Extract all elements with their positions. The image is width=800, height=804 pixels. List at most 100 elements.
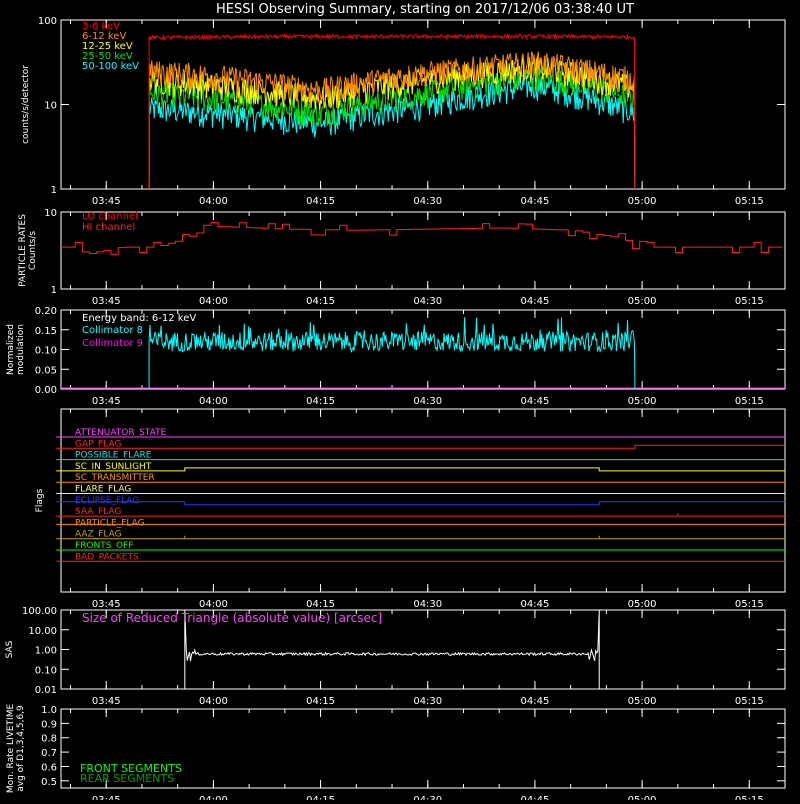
time-tick-label: 04:30	[413, 396, 442, 407]
y-tick-label: 0.9	[41, 719, 57, 730]
lightcurve-panel: 03:45 04:00 04:15 04:30 04:45 05:00 05:15 1 10 10…	[21, 16, 786, 207]
modulation-panel: 03:45 04:00 04:15 04:30 04:45 05:00 05:15 0.00 0…	[6, 306, 786, 407]
flag-line	[56, 513, 785, 517]
time-tick-label: 03:45	[92, 795, 121, 800]
livetime-y-label: Mon. Rate LIVETIME	[6, 704, 16, 794]
time-tick-label: 05:15	[735, 696, 764, 707]
y-tick-label: 0.6	[41, 762, 57, 773]
time-tick-label: 05:15	[735, 296, 764, 307]
legend-entry: HI channel	[82, 222, 135, 233]
flag-line	[56, 535, 785, 540]
time-tick-label: 05:00	[628, 696, 657, 707]
time-tick-label: 05:00	[628, 795, 657, 800]
flag-line	[56, 501, 785, 506]
flag-line	[56, 444, 785, 449]
time-tick-label: 04:30	[413, 696, 442, 707]
y-tick-label: 10	[44, 101, 57, 112]
time-tick-label: 03:45	[92, 396, 121, 407]
y-tick-label: 1.0	[41, 705, 57, 716]
page-title: HESSI Observing Summary, starting on 201…	[216, 2, 634, 17]
y-tick-label: 0.15	[35, 326, 57, 337]
y-tick-label: 1	[51, 185, 57, 196]
legend-entry: Collimator 8	[82, 325, 143, 336]
time-tick-label: 04:00	[199, 196, 228, 207]
time-tick-label: 04:30	[413, 795, 442, 800]
time-tick-label: 04:45	[521, 795, 550, 800]
y-tick-label: 0.20	[35, 306, 57, 317]
sas-y-label: SAS	[5, 640, 15, 658]
series-line-col8	[148, 317, 636, 390]
y-tick-label: 0.01	[35, 685, 57, 696]
lightcurve-y-label: counts/s/detector	[21, 65, 31, 144]
panel-frame	[60, 19, 786, 190]
time-tick-label: 05:00	[628, 396, 657, 407]
y-tick-label: 10.00	[28, 626, 57, 637]
time-tick-label: 04:30	[413, 296, 442, 307]
particle-panel: 03:45 04:00 04:15 04:30 04:45 05:00 05:15 1 10 PA…	[18, 208, 786, 307]
series-line-hi	[61, 222, 783, 255]
sas-panel: 03:45 04:00 04:15 04:30 04:45 05:00 05:15 0.01 0…	[5, 606, 786, 707]
flag-label: GAP_FLAG	[75, 439, 121, 449]
time-tick-label: 04:00	[199, 296, 228, 307]
flag-label: SC_IN_SUNLIGHT	[75, 462, 152, 472]
time-tick-label: 04:30	[413, 196, 442, 207]
livetime-y-label-2: avg of D1,3,4,5,6,9	[16, 705, 26, 792]
time-tick-label: 05:15	[735, 599, 764, 610]
flag-label: ECLIPSE_FLAG	[75, 496, 139, 506]
legend-entry: LO channel	[82, 211, 138, 222]
flags-y-label: Flags	[35, 488, 45, 512]
time-tick-label: 04:45	[521, 196, 550, 207]
time-tick-label: 04:45	[521, 296, 550, 307]
time-tick-label: 04:15	[306, 296, 335, 307]
flag-label: BAD_PACKETS	[75, 552, 139, 562]
panel-frame	[60, 408, 786, 593]
flag-label: ATTENUATOR_STATE	[75, 428, 167, 438]
y-tick-label: 0.5	[41, 777, 57, 788]
flag-label: PARTICLE_FLAG	[75, 518, 145, 528]
time-tick-label: 04:45	[521, 696, 550, 707]
time-tick-label: 03:45	[92, 296, 121, 307]
flag-label: FRONTS_OFF	[75, 541, 133, 551]
observing-summary: HESSI Observing Summary, starting on 201…	[0, 0, 800, 804]
y-tick-label: 10	[44, 208, 57, 219]
particle-y-label: PARTICLE RATES	[18, 214, 28, 287]
time-tick-label: 04:00	[199, 795, 228, 800]
time-tick-label: 03:45	[92, 196, 121, 207]
modulation-y-label: Normalized	[6, 324, 16, 375]
y-tick-label: 100	[38, 16, 57, 27]
flag-label: AAZ_FLAG	[75, 530, 122, 540]
y-tick-label: 0.7	[41, 748, 57, 759]
time-tick-label: 05:00	[628, 196, 657, 207]
flag-label: SC_TRANSMITTER	[75, 473, 155, 483]
time-tick-label: 05:15	[735, 795, 764, 800]
time-tick-label: 05:15	[735, 196, 764, 207]
livetime-panel: 03:45 04:00 04:15 04:30 04:45 05:00 05:15 0.5 0.…	[6, 704, 786, 804]
energy-band-annotation: Energy band: 6-12 keV	[82, 313, 196, 324]
time-tick-label: 04:15	[306, 396, 335, 407]
flag-label: SAA_FLAG	[75, 507, 121, 517]
flag-label: POSSIBLE_FLARE	[75, 451, 152, 461]
y-tick-label: 0.00	[35, 385, 57, 396]
y-tick-label: 0.8	[41, 734, 57, 745]
time-tick-label: 03:45	[92, 696, 121, 707]
flag-line	[56, 467, 785, 472]
time-tick-label: 05:00	[628, 599, 657, 610]
particle-y-label-2: Counts/s	[28, 231, 38, 270]
time-tick-label: 04:00	[199, 396, 228, 407]
summary-svg: HESSI Observing Summary, starting on 201…	[5, 2, 786, 804]
time-tick-label: 04:15	[306, 196, 335, 207]
time-tick-label: 05:00	[628, 296, 657, 307]
time-tick-label: 04:15	[306, 599, 335, 610]
y-tick-label: 1	[51, 285, 57, 296]
y-tick-label: 0.05	[35, 365, 57, 376]
time-tick-label: 04:15	[306, 696, 335, 707]
legend-entry: 50-100 keV	[82, 61, 139, 72]
y-tick-label: 100.00	[22, 606, 57, 617]
time-tick-label: 04:15	[306, 795, 335, 800]
time-tick-label: 04:30	[413, 599, 442, 610]
time-tick-label: 04:45	[521, 396, 550, 407]
y-tick-label: 0.10	[35, 346, 57, 357]
sas-annotation: Size of Reduced Triangle (absolute value…	[82, 611, 382, 625]
flags-panel: 03:45 04:00 04:15 04:30 04:45 05:00 05:15 Flags…	[35, 408, 786, 610]
panel-frame	[60, 211, 786, 290]
